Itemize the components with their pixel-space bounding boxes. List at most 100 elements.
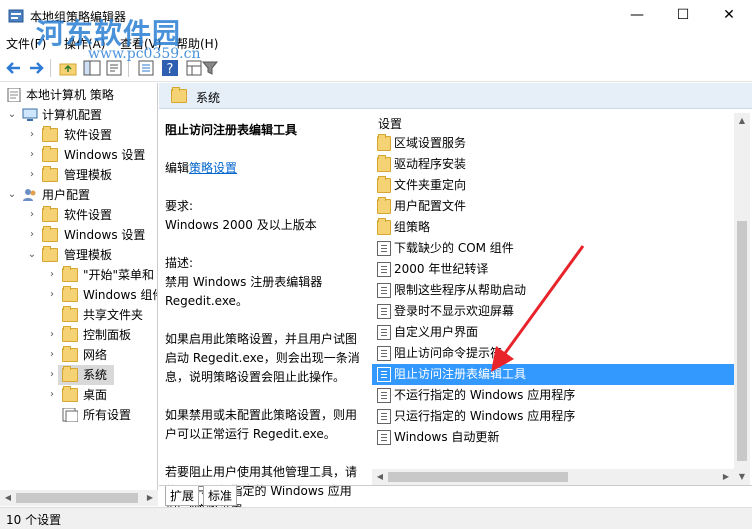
settings-folder-row[interactable]: 区域设置服务	[372, 133, 734, 154]
tree-item-uc-admin[interactable]: ⌄ 管理模板	[0, 245, 157, 265]
list-vertical-scrollbar[interactable]: ▲ ▼	[734, 113, 750, 485]
tree-item-desktop[interactable]: › 桌面	[0, 385, 157, 405]
settings-policy-row[interactable]: 下载缺少的 COM 组件	[372, 238, 734, 259]
tree-item-uc-software[interactable]: › 软件设置	[0, 205, 157, 225]
up-folder-icon[interactable]	[58, 58, 78, 78]
row-label: 登录时不显示欢迎屏幕	[394, 304, 515, 318]
folder-icon	[377, 218, 391, 235]
scroll-left-arrow-icon[interactable]: ◀	[372, 469, 388, 485]
settings-policy-row[interactable]: 登录时不显示欢迎屏幕	[372, 301, 734, 322]
chevron-right-icon[interactable]: ›	[46, 385, 58, 405]
minimize-button[interactable]: —	[614, 0, 660, 30]
status-text: 10 个设置	[6, 513, 62, 527]
tree-label: 管理模板	[64, 248, 113, 262]
tree-item-cc-admin[interactable]: › 管理模板	[0, 165, 157, 185]
chevron-right-icon[interactable]: ›	[26, 205, 38, 225]
row-label: 驱动程序安装	[394, 157, 467, 171]
settings-list: 设置 区域设置服务驱动程序安装 文件夹重定向 用户配置文件 组策略下载缺少的 COM …	[372, 113, 734, 485]
scroll-left-arrow-icon[interactable]: ◀	[0, 490, 16, 506]
scroll-right-arrow-icon[interactable]: ▶	[718, 469, 734, 485]
row-label: 用户配置文件	[394, 199, 467, 213]
forward-arrow-icon[interactable]	[26, 58, 46, 78]
details-header: 系统	[159, 83, 752, 109]
tab-extended[interactable]: 扩展	[165, 486, 200, 506]
policy-setting-icon	[377, 430, 391, 445]
settings-policy-row[interactable]: 只运行指定的 Windows 应用程序	[372, 406, 734, 427]
status-bar: 10 个设置	[0, 507, 752, 529]
chevron-down-icon[interactable]: ⌄	[6, 185, 18, 205]
tree-horizontal-scrollbar[interactable]: ◀ ▶	[0, 490, 158, 506]
maximize-button[interactable]: ☐	[660, 0, 706, 30]
chevron-right-icon[interactable]: ›	[26, 165, 38, 185]
tree-label: 管理模板	[64, 168, 113, 182]
tab-standard[interactable]: 标准	[203, 486, 238, 506]
tree-label: 控制面板	[83, 328, 132, 342]
tree-item-network[interactable]: › 网络	[0, 345, 157, 365]
list-horizontal-scrollbar[interactable]: ◀ ▶	[372, 469, 734, 485]
scroll-down-arrow-icon[interactable]: ▼	[734, 469, 750, 485]
scroll-thumb[interactable]	[16, 493, 138, 503]
settings-policy-row[interactable]: 自定义用户界面	[372, 322, 734, 343]
folder-icon	[42, 166, 58, 182]
filter-icon[interactable]	[200, 58, 220, 78]
settings-folder-row[interactable]: 组策略	[372, 217, 734, 238]
policy-description-panel: 阻止访问注册表编辑工具 编辑策略设置 要求: Windows 2000 及以上版本…	[165, 121, 361, 529]
chevron-right-icon[interactable]: ›	[46, 365, 58, 385]
tree-item-root[interactable]: 本地计算机 策略	[0, 85, 157, 105]
column-header-setting[interactable]: 设置	[378, 115, 402, 132]
settings-policy-row[interactable]: 2000 年世纪转译	[372, 259, 734, 280]
row-label: 文件夹重定向	[394, 178, 467, 192]
chevron-right-icon[interactable]: ›	[46, 325, 58, 345]
close-button[interactable]: ✕	[706, 0, 752, 30]
chevron-down-icon[interactable]: ⌄	[6, 105, 18, 125]
scroll-thumb[interactable]	[737, 221, 747, 461]
settings-policy-row[interactable]: 阻止访问命令提示符	[372, 343, 734, 364]
all-settings-icon	[62, 408, 78, 422]
settings-policy-row[interactable]: Windows 自动更新	[372, 427, 734, 448]
folder-icon	[377, 134, 391, 151]
back-arrow-icon[interactable]	[4, 58, 24, 78]
tree-item-cc-windows[interactable]: › Windows 设置	[0, 145, 157, 165]
description-text: 禁用 Windows 注册表编辑器 Regedit.exe。	[165, 275, 323, 308]
policy-setting-icon	[377, 367, 391, 382]
folder-icon	[377, 197, 391, 214]
row-label: 2000 年世纪转译	[394, 262, 489, 276]
tree-item-cc-software[interactable]: › 软件设置	[0, 125, 157, 145]
tree-item-system[interactable]: 系统	[58, 365, 114, 385]
chevron-right-icon[interactable]: ›	[46, 285, 58, 305]
edit-prefix: 编辑	[165, 161, 190, 175]
scroll-up-arrow-icon[interactable]: ▲	[734, 113, 750, 129]
settings-policy-row[interactable]: 阻止访问注册表编辑工具	[372, 364, 734, 385]
tree-item-computer-config[interactable]: ⌄ 计算机配置	[0, 105, 157, 125]
scroll-right-arrow-icon[interactable]: ▶	[142, 490, 158, 506]
tree-item-all-settings[interactable]: 所有设置	[0, 405, 157, 425]
settings-folder-row[interactable]: 文件夹重定向	[372, 175, 734, 196]
tree-label: 计算机配置	[42, 108, 103, 122]
edit-policy-link[interactable]: 策略设置	[189, 161, 237, 175]
chevron-right-icon[interactable]: ›	[26, 225, 38, 245]
chevron-right-icon[interactable]: ›	[46, 345, 58, 365]
settings-policy-row[interactable]: 限制这些程序从帮助启动	[372, 280, 734, 301]
chevron-right-icon[interactable]: ›	[26, 125, 38, 145]
chevron-down-icon[interactable]: ⌄	[26, 245, 38, 265]
tree-item-user-config[interactable]: ⌄ 用户配置	[0, 185, 157, 205]
settings-folder-row[interactable]: 用户配置文件	[372, 196, 734, 217]
chevron-right-icon[interactable]: ›	[46, 265, 58, 285]
tree-item-control-panel[interactable]: › 控制面板	[0, 325, 157, 345]
settings-folder-row[interactable]: 驱动程序安装	[372, 154, 734, 175]
tree-label: 网络	[83, 348, 108, 362]
row-label: 组策略	[394, 220, 431, 234]
tree-item-shared-folders[interactable]: 共享文件夹	[0, 305, 157, 325]
svg-text:?: ?	[167, 62, 174, 77]
policy-setting-icon	[377, 346, 391, 361]
tree-item-uc-windows[interactable]: › Windows 设置	[0, 225, 157, 245]
scroll-thumb[interactable]	[388, 472, 568, 482]
users-icon	[23, 189, 36, 201]
requirements-text: Windows 2000 及以上版本	[165, 218, 317, 232]
folder-icon	[377, 176, 391, 193]
tree-label: "开始"菜单和	[83, 268, 155, 282]
chevron-right-icon[interactable]: ›	[26, 145, 38, 165]
tree-item-start-menu[interactable]: › "开始"菜单和	[0, 265, 157, 285]
tree-item-windows-components[interactable]: › Windows 组件	[0, 285, 157, 305]
settings-policy-row[interactable]: 不运行指定的 Windows 应用程序	[372, 385, 734, 406]
